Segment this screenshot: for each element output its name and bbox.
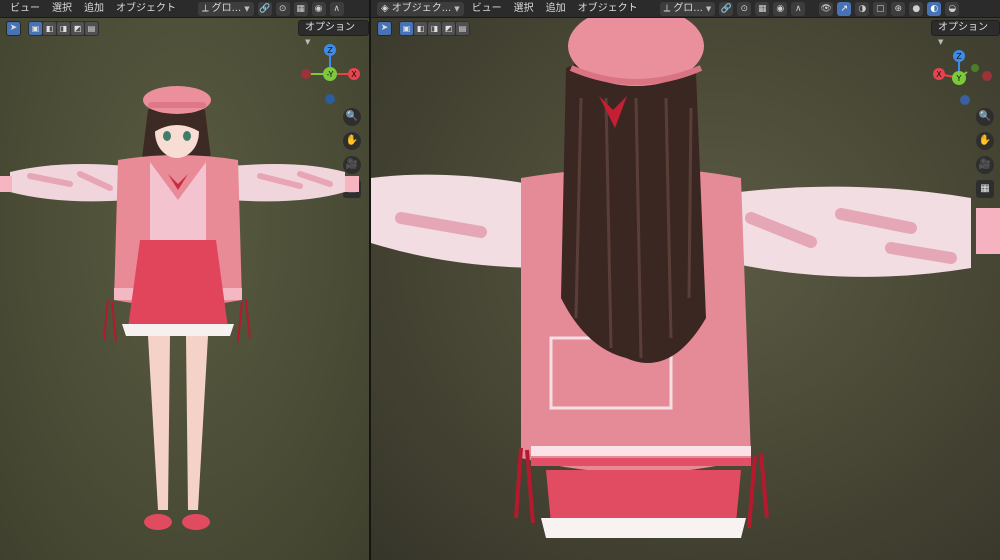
svg-text:Z: Z <box>327 46 333 55</box>
long-hair <box>561 54 706 364</box>
falloff-icon[interactable]: ∧ <box>329 1 344 16</box>
left-cuff <box>0 176 12 192</box>
options-button-left[interactable]: オプション ▼ <box>298 20 369 46</box>
chevron-down-icon: ▼ <box>705 4 712 13</box>
interaction-mode-dropdown[interactable]: ◈ オブジェク... ▼ <box>377 1 464 16</box>
shading-material-icon[interactable]: ◐ <box>927 1 942 16</box>
chevron-down-icon: ▼ <box>244 4 250 13</box>
menu-select[interactable]: 選択 <box>46 0 78 17</box>
tool-row-left: ➤ ▣ ◧ ◨ ◩ ▤ <box>6 20 99 36</box>
right-cuff <box>345 176 359 192</box>
proportional-edit-icon[interactable]: ◉ <box>311 1 326 16</box>
hem-stripe-1 <box>531 446 751 456</box>
beret-band <box>148 102 206 108</box>
select-cursor-icon[interactable]: ➤ <box>6 20 21 36</box>
overlays-icon[interactable]: ◑ <box>855 1 870 16</box>
svg-text:-Y: -Y <box>327 70 334 79</box>
select-box-extend-icon[interactable]: ◧ <box>43 21 56 35</box>
menu-object[interactable]: オブジェクト <box>110 0 182 17</box>
menu-view[interactable]: ビュー <box>4 0 46 17</box>
viewport-right[interactable]: ◈ オブジェク... ▼ ビュー 選択 追加 オブジェクト ⟂ グロ... ▼ … <box>371 0 1000 560</box>
select-box-intersect-icon[interactable]: ▤ <box>85 21 98 35</box>
left-eye <box>163 131 171 141</box>
shading-solid-icon[interactable]: ● <box>909 1 924 16</box>
menu-add[interactable]: 追加 <box>540 0 572 17</box>
character-front-view <box>0 86 359 530</box>
left-leg <box>148 336 170 510</box>
visibility-eye-icon[interactable]: 👁 <box>819 1 834 16</box>
skirt-frill <box>122 324 234 336</box>
viewport-header-left: ビュー 選択 追加 オブジェクト ⟂ グロ... ▼ 🔗 ⊙ ▦ ◉ ∧ <box>0 0 369 18</box>
svg-text:X: X <box>351 70 357 79</box>
snap-icon[interactable]: ⊙ <box>737 1 752 16</box>
proportional-edit-icon[interactable]: ◉ <box>773 1 788 16</box>
object-mode-icon: ◈ <box>381 2 389 14</box>
select-box-invert-icon[interactable]: ◩ <box>71 21 84 35</box>
skirt-frill <box>541 518 746 538</box>
gizmo-neg-x-axis[interactable] <box>301 69 311 79</box>
select-mode-group: ▣ ◧ ◨ ◩ ▤ <box>28 20 99 36</box>
menu-select[interactable]: 選択 <box>508 0 540 17</box>
select-box-subtract-icon[interactable]: ◨ <box>57 21 70 35</box>
transform-orientation-dropdown[interactable]: ⟂ グロ... ▼ <box>198 1 254 16</box>
pivot-point-icon[interactable]: 🔗 <box>719 1 734 16</box>
right-leg <box>186 336 208 510</box>
orientation-icon: ⟂ <box>663 2 671 14</box>
menu-object[interactable]: オブジェクト <box>572 0 644 17</box>
viewport-left[interactable]: ビュー 選択 追加 オブジェクト ⟂ グロ... ▼ 🔗 ⊙ ▦ ◉ ∧ ➤ ▣… <box>0 0 369 560</box>
right-cuff <box>976 208 1000 254</box>
viewport-header-right: ◈ オブジェク... ▼ ビュー 選択 追加 オブジェクト ⟂ グロ... ▼ … <box>371 0 1000 18</box>
transform-orientation-dropdown[interactable]: ⟂ グロ... ▼ <box>659 1 716 16</box>
gizmo-toggle-icon[interactable]: ↗ <box>837 1 852 16</box>
snap-target-icon[interactable]: ▦ <box>293 1 308 16</box>
right-shoe <box>182 514 210 530</box>
left-shoe <box>144 514 172 530</box>
character-back-view <box>371 18 1000 538</box>
chevron-down-icon: ▼ <box>454 4 460 13</box>
shading-rendered-icon[interactable]: ◒ <box>945 1 960 16</box>
snap-icon[interactable]: ⊙ <box>275 1 290 16</box>
menu-add[interactable]: 追加 <box>78 0 110 17</box>
orientation-icon: ⟂ <box>202 2 209 14</box>
pivot-point-icon[interactable]: 🔗 <box>257 1 272 16</box>
xray-toggle-icon[interactable]: ▢ <box>873 1 888 16</box>
skirt <box>546 470 741 523</box>
select-box-new-icon[interactable]: ▣ <box>29 21 42 35</box>
right-eye <box>183 131 191 141</box>
hem-stripe-2 <box>531 458 751 466</box>
falloff-icon[interactable]: ∧ <box>791 1 806 16</box>
skirt <box>128 240 228 328</box>
right-sleeve <box>731 186 971 277</box>
menu-view[interactable]: ビュー <box>466 0 508 17</box>
snap-target-icon[interactable]: ▦ <box>755 1 770 16</box>
beret <box>143 86 211 114</box>
shading-wireframe-icon[interactable]: ⊕ <box>891 1 906 16</box>
